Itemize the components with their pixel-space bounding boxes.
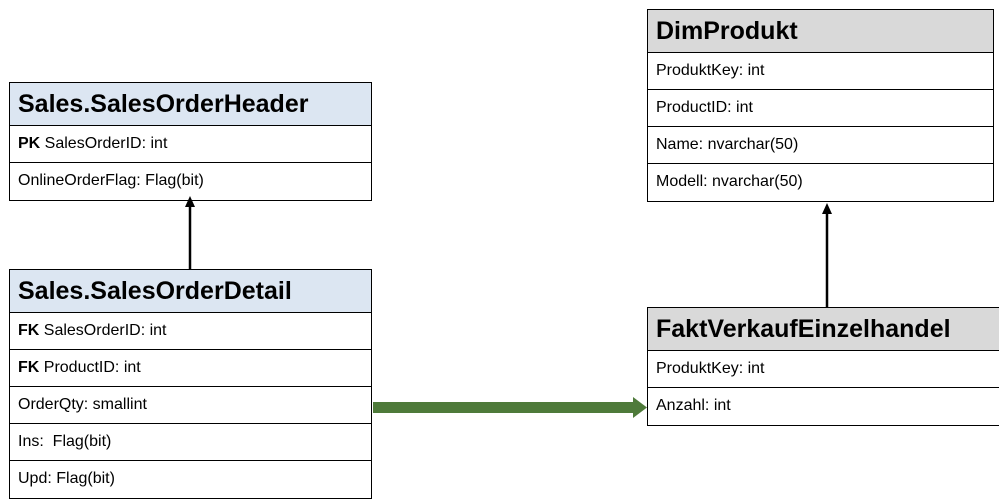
- arrowhead-icon: [185, 196, 195, 207]
- etl-flow-arrow: [373, 402, 634, 413]
- arrowhead-icon: [633, 397, 647, 418]
- connector-layer: [185, 196, 832, 418]
- arrowhead-icon: [822, 203, 832, 214]
